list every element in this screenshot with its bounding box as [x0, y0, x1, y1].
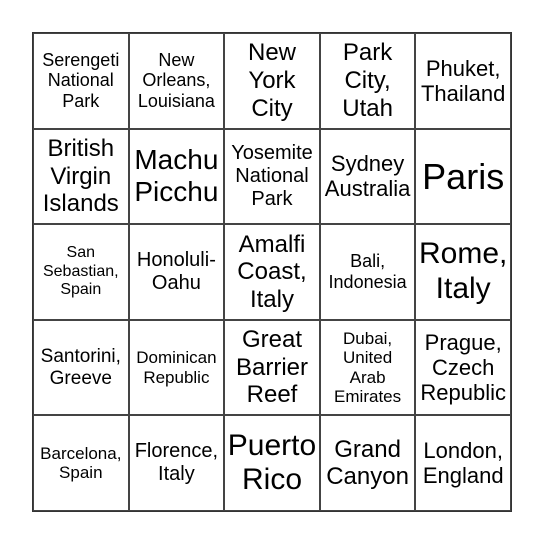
bingo-cell[interactable]: London, England [415, 415, 511, 511]
bingo-cell[interactable]: Machu Picchu [128, 128, 225, 225]
bingo-cell[interactable]: Phuket, Thailand [415, 33, 511, 129]
bingo-cell[interactable]: Yosemite National Park [224, 128, 320, 225]
bingo-cell[interactable]: Santorini, Greeve [33, 319, 129, 416]
bingo-cell[interactable]: Great Barrier Reef [224, 319, 320, 416]
bingo-cell[interactable]: Puerto Rico [224, 415, 320, 511]
bingo-cell[interactable]: Sydney Australia [319, 128, 416, 225]
bingo-cell[interactable]: Barcelona, Spain [33, 415, 129, 511]
bingo-cell[interactable]: Amalfi Coast, Italy [224, 224, 320, 320]
bingo-cell[interactable]: New Orleans, Louisiana [128, 33, 225, 129]
bingo-cell[interactable]: Rome, Italy [415, 224, 511, 320]
bingo-cell[interactable]: Honoluli- Oahu [128, 224, 225, 320]
bingo-cell[interactable]: New York City [224, 33, 320, 129]
bingo-cell[interactable]: Park City, Utah [319, 33, 416, 129]
bingo-cell[interactable]: Bali, Indonesia [319, 224, 416, 320]
bingo-cell[interactable]: Paris [415, 128, 511, 225]
bingo-cell[interactable]: Dominican Republic [128, 319, 225, 416]
bingo-cell[interactable]: Prague, Czech Republic [415, 319, 511, 416]
bingo-cell[interactable]: Florence, Italy [128, 415, 225, 511]
bingo-card: Serengeti National Park New Orleans, Loui… [32, 32, 512, 512]
bingo-cell[interactable]: San Sebastian, Spain [33, 224, 129, 320]
bingo-cell[interactable]: Dubai, United Arab Emirates [319, 319, 416, 416]
bingo-cell[interactable]: Grand Canyon [319, 415, 416, 511]
bingo-cell[interactable]: British Virgin Islands [33, 128, 129, 225]
bingo-cell[interactable]: Serengeti National Park [33, 33, 129, 129]
